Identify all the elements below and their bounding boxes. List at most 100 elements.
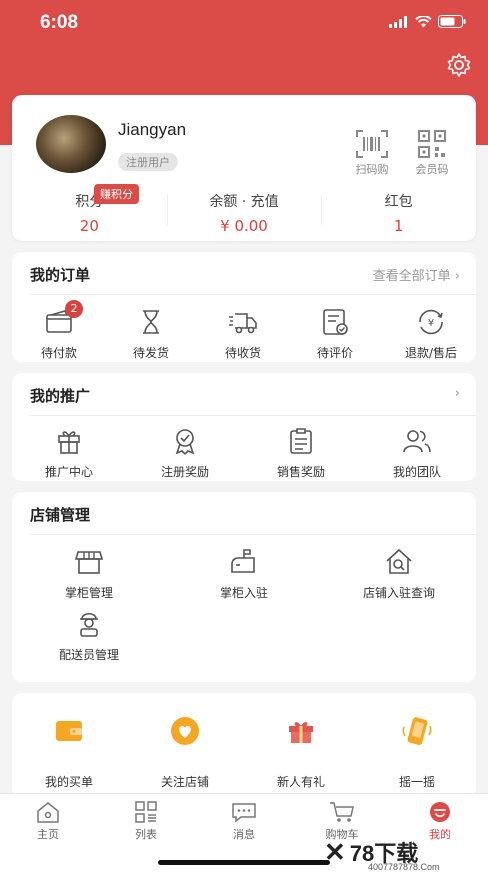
- shop-icon: [73, 546, 105, 578]
- settings-gear-icon[interactable]: [446, 52, 472, 78]
- promotion-title: 我的推广: [30, 387, 91, 405]
- courier-icon: [73, 608, 105, 640]
- divider: [30, 415, 476, 416]
- tab-label: 列表: [135, 828, 157, 841]
- message-icon: [231, 800, 257, 824]
- tab-list[interactable]: 列表: [116, 800, 176, 842]
- shake[interactable]: 摇一摇: [367, 715, 467, 790]
- battery-icon: [438, 15, 466, 28]
- view-all-orders-label: 查看全部订单: [372, 269, 451, 284]
- hourglass-icon: [135, 306, 167, 338]
- earn-points-badge[interactable]: 赚积分: [94, 184, 139, 204]
- cart-icon: [329, 800, 355, 824]
- order-pending-payment[interactable]: 2 待付款: [9, 300, 109, 361]
- wallet-icon: 2: [43, 300, 83, 338]
- promotion-label: 销售奖励: [276, 465, 325, 479]
- svg-text:¥: ¥: [428, 318, 434, 329]
- extra-label: 新人有礼: [276, 775, 325, 789]
- medal-icon: [169, 425, 201, 457]
- sales-reward[interactable]: 销售奖励: [251, 425, 351, 480]
- stat-points[interactable]: 积分 20: [12, 191, 167, 235]
- shake-icon: [401, 715, 433, 747]
- promotion-card: 我的推广 › 推广中心 注册奖励 销售奖励 我的团队: [12, 373, 476, 481]
- orders-title: 我的订单: [30, 266, 91, 284]
- status-bar: 6:08: [0, 0, 488, 46]
- tab-label: 主页: [37, 828, 59, 841]
- tab-home[interactable]: 主页: [18, 800, 78, 842]
- review-icon: [319, 306, 351, 338]
- divider: [30, 534, 476, 535]
- order-pending-review[interactable]: 待评价: [285, 306, 385, 361]
- order-count-badge: 2: [65, 300, 83, 318]
- profile-icon: [427, 800, 453, 824]
- stat-label: 余额 · 充值: [209, 194, 279, 210]
- store-card: 店铺管理 掌柜管理 掌柜入驻 店铺入驻查询 配送员管理: [12, 492, 476, 682]
- member-code-label: 会员码: [415, 163, 449, 176]
- manager-entry[interactable]: 掌柜入驻: [194, 546, 294, 601]
- watermark-logo-icon: ✕: [324, 836, 346, 867]
- store-entry-query[interactable]: 店铺入驻查询: [349, 546, 449, 601]
- my-team[interactable]: 我的团队: [367, 425, 467, 480]
- gift-icon: [53, 425, 85, 457]
- mailbox-icon: [228, 546, 260, 578]
- my-bill[interactable]: 我的买单: [19, 715, 119, 790]
- stat-label: 红包: [384, 194, 413, 210]
- user-tag: 注册用户: [118, 153, 178, 171]
- order-label: 待付款: [40, 346, 77, 360]
- refund-icon: ¥: [415, 306, 447, 338]
- extras-card: 我的买单 关注店铺 新人有礼 摇一摇: [12, 693, 476, 798]
- follow-store[interactable]: 关注店铺: [135, 715, 235, 790]
- scan-buy-button[interactable]: 扫码购: [350, 129, 394, 177]
- status-icons: [389, 15, 466, 28]
- watermark-url: 4007787878.Com: [368, 862, 440, 872]
- stat-value: 20: [79, 217, 99, 235]
- barcode-icon: [356, 130, 388, 158]
- orders-card: 我的订单 查看全部订单 › 2 待付款 待发货 待收货 待评价 ¥ 退款/售后: [12, 252, 476, 362]
- manager-management[interactable]: 掌柜管理: [39, 546, 139, 601]
- store-title: 店铺管理: [30, 506, 91, 524]
- registration-reward[interactable]: 注册奖励: [135, 425, 235, 480]
- tab-messages[interactable]: 消息: [214, 800, 274, 842]
- promotion-more-link[interactable]: ›: [455, 386, 460, 401]
- promotion-label: 我的团队: [392, 465, 441, 479]
- order-label: 待发货: [132, 346, 169, 360]
- store-label: 掌柜管理: [64, 586, 113, 600]
- bill-icon: [53, 715, 85, 747]
- stat-label: 积分: [75, 194, 104, 210]
- stats-row: 积分 20 余额 · 充值 ¥ 0.00 红包 1: [12, 191, 476, 235]
- view-all-orders-link[interactable]: 查看全部订单 ›: [373, 265, 460, 284]
- store-label: 掌柜入驻: [219, 586, 268, 600]
- grid-icon: [133, 800, 159, 824]
- tab-label: 消息: [233, 828, 255, 841]
- avatar[interactable]: [36, 115, 106, 173]
- store-label: 配送员管理: [58, 648, 119, 662]
- stat-value: ¥ 0.00: [220, 217, 268, 235]
- chevron-right-icon: ›: [454, 386, 460, 401]
- member-code-button[interactable]: 会员码: [410, 129, 454, 177]
- order-pending-receipt[interactable]: 待收货: [193, 306, 293, 361]
- promotion-center[interactable]: 推广中心: [19, 425, 119, 480]
- new-user-gift[interactable]: 新人有礼: [251, 715, 351, 790]
- username: Jiangyan: [118, 120, 187, 139]
- extra-label: 我的买单: [44, 775, 93, 789]
- status-time: 6:08: [40, 12, 79, 33]
- signal-icon: [389, 15, 407, 28]
- store-label: 店铺入驻查询: [362, 586, 435, 600]
- extra-label: 摇一摇: [398, 775, 435, 789]
- house-search-icon: [383, 546, 415, 578]
- promotion-label: 推广中心: [44, 465, 93, 479]
- stat-red-packet[interactable]: 红包 1: [321, 191, 476, 235]
- extra-label: 关注店铺: [160, 775, 209, 789]
- tab-label: 我的: [429, 828, 451, 841]
- stat-balance[interactable]: 余额 · 充值 ¥ 0.00: [166, 191, 322, 235]
- order-label: 待评价: [316, 346, 353, 360]
- home-icon: [35, 800, 61, 824]
- qr-code-icon: [418, 130, 446, 158]
- order-pending-shipment[interactable]: 待发货: [101, 306, 201, 361]
- home-indicator: [158, 860, 330, 865]
- courier-management[interactable]: 配送员管理: [39, 608, 139, 663]
- order-refund[interactable]: ¥ 退款/售后: [381, 306, 481, 361]
- order-label: 退款/售后: [404, 346, 458, 360]
- wifi-icon: [415, 15, 432, 27]
- tab-profile[interactable]: 我的: [410, 800, 470, 842]
